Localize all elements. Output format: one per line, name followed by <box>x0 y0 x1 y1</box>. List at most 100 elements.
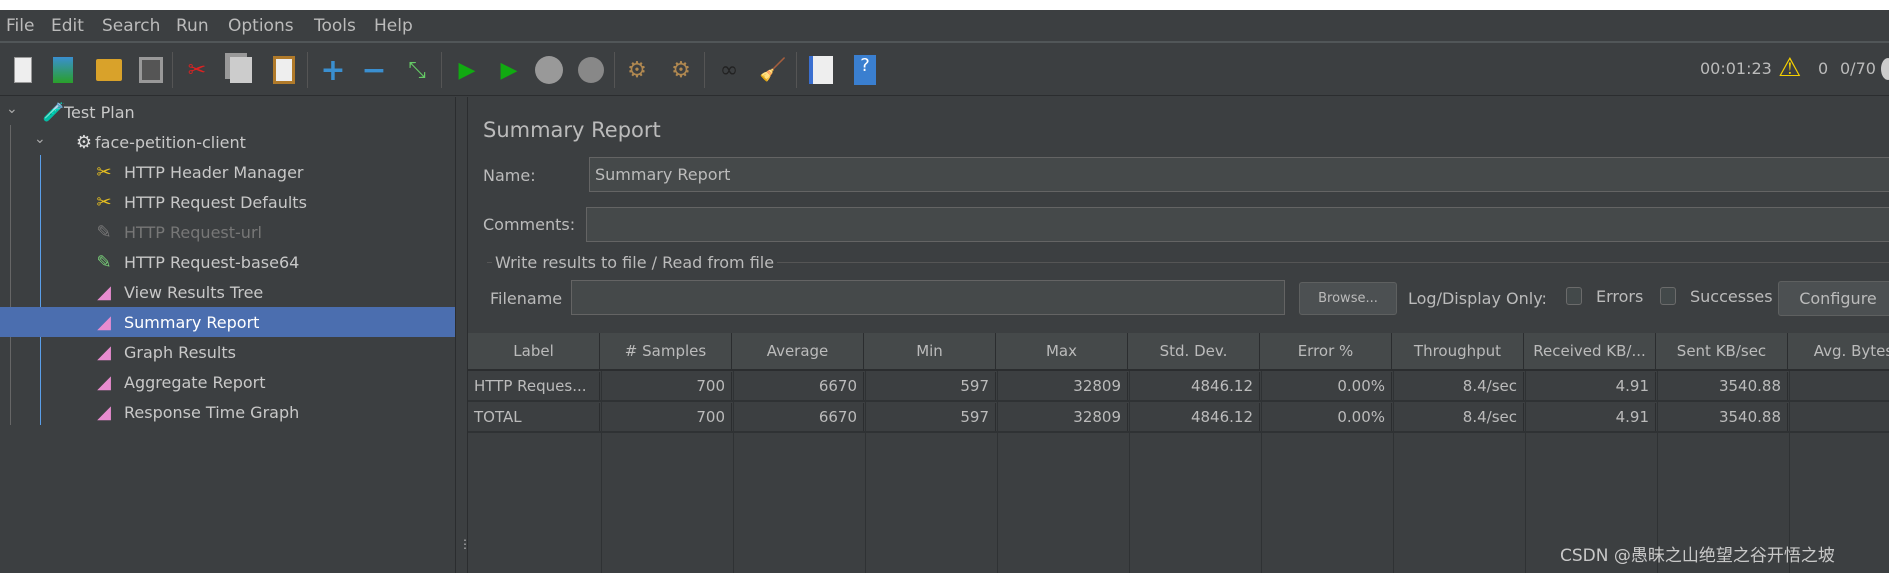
table-cell: 4.91 <box>1524 403 1656 431</box>
comments-input[interactable] <box>586 207 1889 242</box>
name-input[interactable]: Summary Report <box>589 157 1889 192</box>
table-cell: 700 <box>600 372 732 400</box>
tree-item[interactable]: ◢ Aggregate Report <box>0 367 455 397</box>
log-display-label: Log/Display Only: <box>1408 289 1547 308</box>
filename-input[interactable] <box>571 280 1285 315</box>
expand-icon[interactable]: + <box>318 53 348 88</box>
tree-item[interactable]: ⌄ 🧪 Test Plan <box>0 97 455 127</box>
menu-bar: File Edit Search Run Options Tools Help <box>0 10 1889 43</box>
sampler-pipette-icon: ✎ <box>96 251 112 273</box>
start-no-pauses-icon[interactable]: ▶ <box>494 54 524 86</box>
tree-item-label: HTTP Request Defaults <box>124 192 307 212</box>
tree-item-label: Test Plan <box>64 102 135 122</box>
column-header[interactable]: Average <box>732 333 864 369</box>
column-header[interactable]: Label <box>468 333 600 369</box>
tree-item-label: HTTP Request-url <box>124 222 262 242</box>
split-pane-divider[interactable]: ⋮ <box>455 97 471 573</box>
column-header[interactable]: Throughput <box>1392 333 1524 369</box>
save-icon[interactable] <box>136 54 166 86</box>
clear-all-icon[interactable]: ⚙ <box>666 54 696 86</box>
chevron-down-icon[interactable]: ⌄ <box>6 101 18 117</box>
menu-edit[interactable]: Edit <box>51 16 84 36</box>
configure-button[interactable]: Configure <box>1778 281 1889 316</box>
copy-icon[interactable] <box>226 54 256 86</box>
toolbar: ✂ + − ⤡ ▶ ▶ ⚙ ⚙ ∞ 🧹 ? 00:01:23 ⚠ 0 0/70 <box>0 44 1889 96</box>
shutdown-icon[interactable] <box>576 54 606 86</box>
successes-checkbox[interactable] <box>1660 287 1676 305</box>
stop-icon[interactable] <box>534 54 564 86</box>
listener-graph-icon: ◢ <box>97 311 111 333</box>
tree-item-label: View Results Tree <box>124 282 264 302</box>
table-cell: 60 <box>1788 372 1889 400</box>
reset-search-icon[interactable]: 🧹 <box>758 54 788 86</box>
tree-item[interactable]: ✂ HTTP Header Manager <box>0 157 455 187</box>
search-icon[interactable]: ∞ <box>714 54 744 86</box>
tree-item-label: Response Time Graph <box>124 402 300 422</box>
listener-graph-icon: ◢ <box>97 401 111 423</box>
table-cell: TOTAL <box>468 403 600 431</box>
table-cell: HTTP Reques... <box>468 372 600 400</box>
clear-icon[interactable]: ⚙ <box>622 54 652 86</box>
table-cell: 8.4/sec <box>1392 403 1524 431</box>
listener-graph-icon: ◢ <box>97 281 111 303</box>
table-cell: 3540.88 <box>1656 403 1788 431</box>
table-cell: 597 <box>864 403 996 431</box>
comments-label: Comments: <box>483 215 576 234</box>
column-header[interactable]: Sent KB/sec <box>1656 333 1788 369</box>
window-title-strip <box>0 0 1889 10</box>
menu-search[interactable]: Search <box>102 16 160 36</box>
tree-item[interactable]: ✂ HTTP Request Defaults <box>0 187 455 217</box>
column-header[interactable]: Max <box>996 333 1128 369</box>
tree-item[interactable]: ✎ HTTP Request-base64 <box>0 247 455 277</box>
table-cell: 60 <box>1788 403 1889 431</box>
tree-item[interactable]: ◢ Summary Report <box>0 307 455 337</box>
table-row[interactable]: TOTAL 700 6670 597 32809 4846.12 0.00% 8.4/sec 4… <box>468 403 1889 433</box>
menu-options[interactable]: Options <box>228 16 294 36</box>
errors-checkbox[interactable] <box>1566 287 1582 305</box>
templates-icon[interactable] <box>48 54 78 86</box>
table-cell: 4846.12 <box>1128 372 1260 400</box>
function-helper-icon[interactable] <box>806 54 836 86</box>
tree-item[interactable]: ✎ HTTP Request-url <box>0 217 455 247</box>
menu-help[interactable]: Help <box>374 16 413 36</box>
paste-icon[interactable] <box>269 54 299 86</box>
status-indicator-icon <box>1881 58 1889 80</box>
column-header[interactable]: Std. Dev. <box>1128 333 1260 369</box>
table-row[interactable]: HTTP Reques... 700 6670 597 32809 4846.12 0.00… <box>468 372 1889 402</box>
table-header: Label # Samples Average Min Max Std. Dev. Erro… <box>468 333 1889 371</box>
errors-label: Errors <box>1596 287 1644 306</box>
table-cell: 6670 <box>732 403 864 431</box>
tree-item-label: HTTP Request-base64 <box>124 252 300 272</box>
menu-tools[interactable]: Tools <box>314 16 356 36</box>
tree-item[interactable]: ⌄ ⚙ face-petition-client <box>0 127 455 157</box>
tree-item[interactable]: ◢ Response Time Graph <box>0 397 455 427</box>
menu-run[interactable]: Run <box>176 16 209 36</box>
test-plan-tree: ⌄ 🧪 Test Plan ⌄ ⚙ face-petition-client ✂ HTTP H… <box>0 97 455 573</box>
column-header[interactable]: Avg. Bytes <box>1788 333 1889 369</box>
tree-item[interactable]: ◢ Graph Results <box>0 337 455 367</box>
watermark: CSDN @愚昧之山绝望之谷开悟之坡 <box>1560 546 1835 566</box>
test-plan-icon: 🧪 <box>42 101 66 123</box>
warning-count: 0 <box>1818 59 1829 78</box>
new-icon[interactable] <box>8 54 38 86</box>
start-icon[interactable]: ▶ <box>452 54 482 86</box>
browse-button[interactable]: Browse... <box>1299 282 1397 315</box>
column-header[interactable]: # Samples <box>600 333 732 369</box>
listener-graph-icon: ◢ <box>97 371 111 393</box>
tree-item[interactable]: ◢ View Results Tree <box>0 277 455 307</box>
column-header[interactable]: Error % <box>1260 333 1392 369</box>
column-header[interactable]: Min <box>864 333 996 369</box>
table-cell: 700 <box>600 403 732 431</box>
help-icon[interactable]: ? <box>850 54 880 86</box>
panel-title: Summary Report <box>483 118 661 142</box>
column-header[interactable]: Received KB/... <box>1524 333 1656 369</box>
cut-icon[interactable]: ✂ <box>182 54 212 86</box>
warning-icon[interactable]: ⚠ <box>1778 53 1801 83</box>
toggle-icon[interactable]: ⤡ <box>402 54 432 86</box>
open-icon[interactable] <box>94 54 124 86</box>
listener-graph-icon: ◢ <box>97 341 111 363</box>
menu-file[interactable]: File <box>6 16 34 36</box>
collapse-icon[interactable]: − <box>359 53 389 88</box>
chevron-down-icon[interactable]: ⌄ <box>34 131 46 147</box>
tree-item-label: Aggregate Report <box>124 372 266 392</box>
